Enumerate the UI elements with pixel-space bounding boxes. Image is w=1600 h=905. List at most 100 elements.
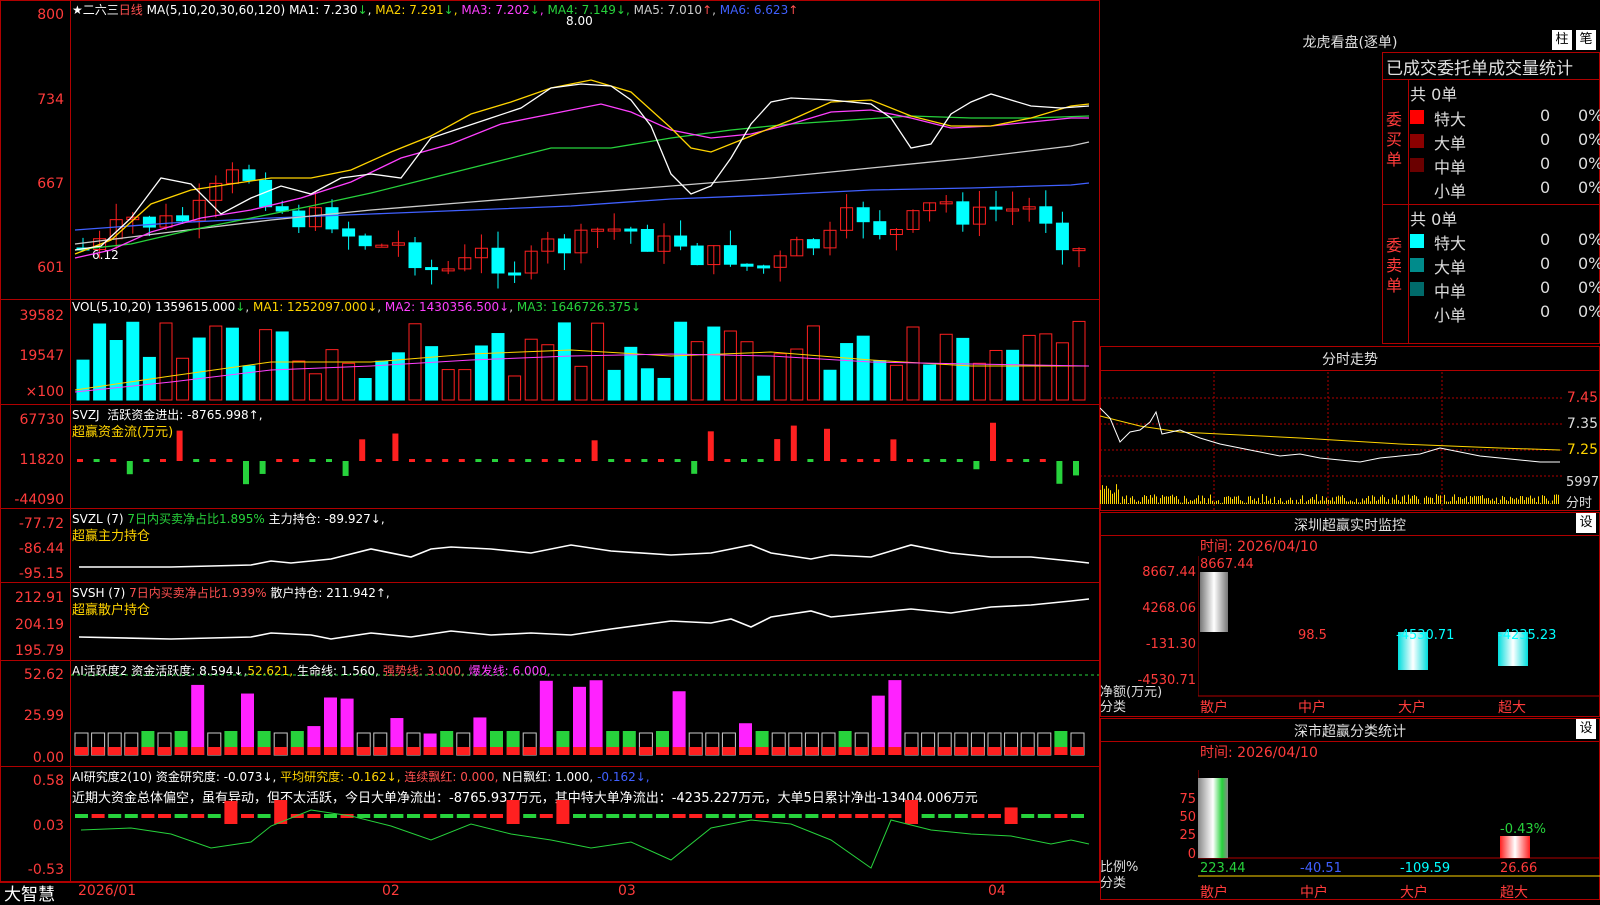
intraday-vol-bar [1376, 501, 1377, 504]
svzl-chart[interactable] [71, 509, 1099, 581]
volume-bar [525, 339, 537, 400]
intraday-vol-bar [1310, 499, 1311, 504]
kline-chart[interactable] [71, 18, 1099, 298]
ai-research-bar [872, 814, 885, 818]
intraday-vol-bar [1464, 498, 1465, 504]
intraday-vol-bar [1222, 503, 1223, 504]
kline-y-tick: 734 [0, 92, 64, 108]
buy-total: 共 0单 [1410, 81, 1457, 105]
intraday-vol-bar [1524, 500, 1525, 504]
svzj-bar [542, 459, 548, 462]
intraday-vol-bar [1522, 496, 1523, 504]
sz-monitor-settings-button[interactable]: 设 [1576, 513, 1596, 533]
sz-monitor-title: 深圳超赢实时监控 [1100, 515, 1600, 535]
intraday-vol-bar [1388, 499, 1389, 504]
intraday-vol-bar [1212, 501, 1213, 504]
intraday-vol-bar [1406, 502, 1407, 504]
intraday-vol-bar [1336, 497, 1337, 504]
intraday-vol-bar [1512, 498, 1513, 504]
svzj-bar [592, 440, 598, 461]
ai-research-header: AI研究度2(10) 资金研究度: -0.073↓, 平均研究度: -0.162… [72, 768, 650, 785]
svzj-bar [641, 459, 647, 462]
intraday-vol-bar [1372, 495, 1373, 504]
intraday-vol-bar [1436, 494, 1437, 504]
intraday-vol-bar [1480, 496, 1481, 504]
intraday-vol-bar [1346, 501, 1347, 504]
date-tick: 04 [988, 883, 1006, 899]
ai-research-chart[interactable] [71, 800, 1099, 880]
intraday-vol-bar [1468, 502, 1469, 504]
intraday-vol-bar [1500, 500, 1501, 504]
svsh-chart[interactable] [71, 583, 1099, 659]
intraday-vol-bar [1118, 490, 1119, 504]
ai-research-bar [639, 814, 652, 818]
intraday-chart[interactable] [1100, 372, 1564, 510]
sz-class-value: 223.44 [1200, 861, 1246, 876]
intraday-volume-bars [1100, 484, 1559, 504]
intraday-vol-bar [1262, 494, 1263, 504]
intraday-vol-bar [1240, 500, 1241, 504]
volume-bar [658, 378, 670, 400]
intraday-vol-bar [1320, 500, 1321, 504]
intraday-vol-bar [1338, 496, 1339, 504]
stock-name: 二六三 [83, 3, 119, 17]
ai-research-bar [473, 814, 486, 818]
ai-active-chart[interactable] [71, 661, 1099, 765]
intraday-vol-bar [1450, 501, 1451, 504]
intraday-vol-bar [1414, 495, 1415, 504]
svzj-bar [758, 459, 764, 462]
intraday-vol-bar [1558, 495, 1559, 504]
bar-mode-button[interactable]: 柱 [1552, 30, 1572, 50]
intraday-vol-bar [1352, 501, 1353, 504]
candle-body [724, 246, 736, 265]
volume-bar [193, 338, 205, 400]
svzj-chart[interactable] [71, 405, 1099, 507]
intraday-vol-bar [1110, 490, 1111, 504]
volume-bar [924, 365, 936, 400]
intraday-vol-bar [1456, 501, 1457, 504]
svzj-bar [260, 461, 266, 474]
ai-active-y-tick: 0.00 [0, 750, 64, 766]
ai-research-bar [789, 814, 802, 818]
candle-body [426, 268, 438, 270]
intraday-vol-bar [1284, 503, 1285, 504]
pen-mode-button[interactable]: 笔 [1576, 30, 1596, 50]
ai-active-bar [191, 685, 204, 755]
intraday-vol-bar [1314, 500, 1315, 504]
intraday-vol-bar [1476, 496, 1477, 504]
intraday-vol-bar [1194, 500, 1195, 504]
ai-research-bar [1038, 814, 1051, 818]
svzj-bar [824, 429, 830, 461]
svzj-bar [741, 459, 747, 462]
svsh-y-tick: 204.19 [0, 617, 64, 633]
volume-bar [359, 379, 371, 400]
intraday-vol-bar [1136, 502, 1137, 504]
svzj-bar [509, 459, 515, 462]
ma2-label: MA2: 7.291↓, [375, 3, 457, 17]
intraday-vol-bar [1462, 499, 1463, 504]
intraday-vol-bar [1386, 502, 1387, 504]
favorite-star-icon[interactable]: ★ [72, 3, 83, 17]
svzj-bar [608, 459, 614, 462]
intraday-vol-bar [1306, 501, 1307, 504]
period-label[interactable]: 日线 [119, 3, 143, 17]
intraday-vol-bar [1114, 492, 1115, 504]
intraday-vol-bar [1316, 494, 1317, 504]
ai-active-bar [888, 680, 901, 755]
svzj-bar [243, 461, 249, 484]
intraday-vol-bar [1516, 498, 1517, 504]
ma2-line [75, 80, 1089, 254]
volume-bar [791, 349, 803, 400]
intraday-vol-bar [1324, 501, 1325, 504]
svzj-bar [874, 459, 880, 462]
volume-bar [641, 369, 653, 400]
intraday-vol-bar [1246, 503, 1247, 504]
intraday-vol-bar [1130, 498, 1131, 504]
intraday-vol-bar [1126, 495, 1127, 504]
sz-class-settings-button[interactable]: 设 [1576, 719, 1596, 739]
intraday-vol-bar [1510, 497, 1511, 504]
volume-chart[interactable] [71, 310, 1099, 402]
intraday-vol-bar [1146, 496, 1147, 504]
sz-class-cat: 中户 [1300, 882, 1328, 902]
intraday-vol-bar [1342, 495, 1343, 504]
